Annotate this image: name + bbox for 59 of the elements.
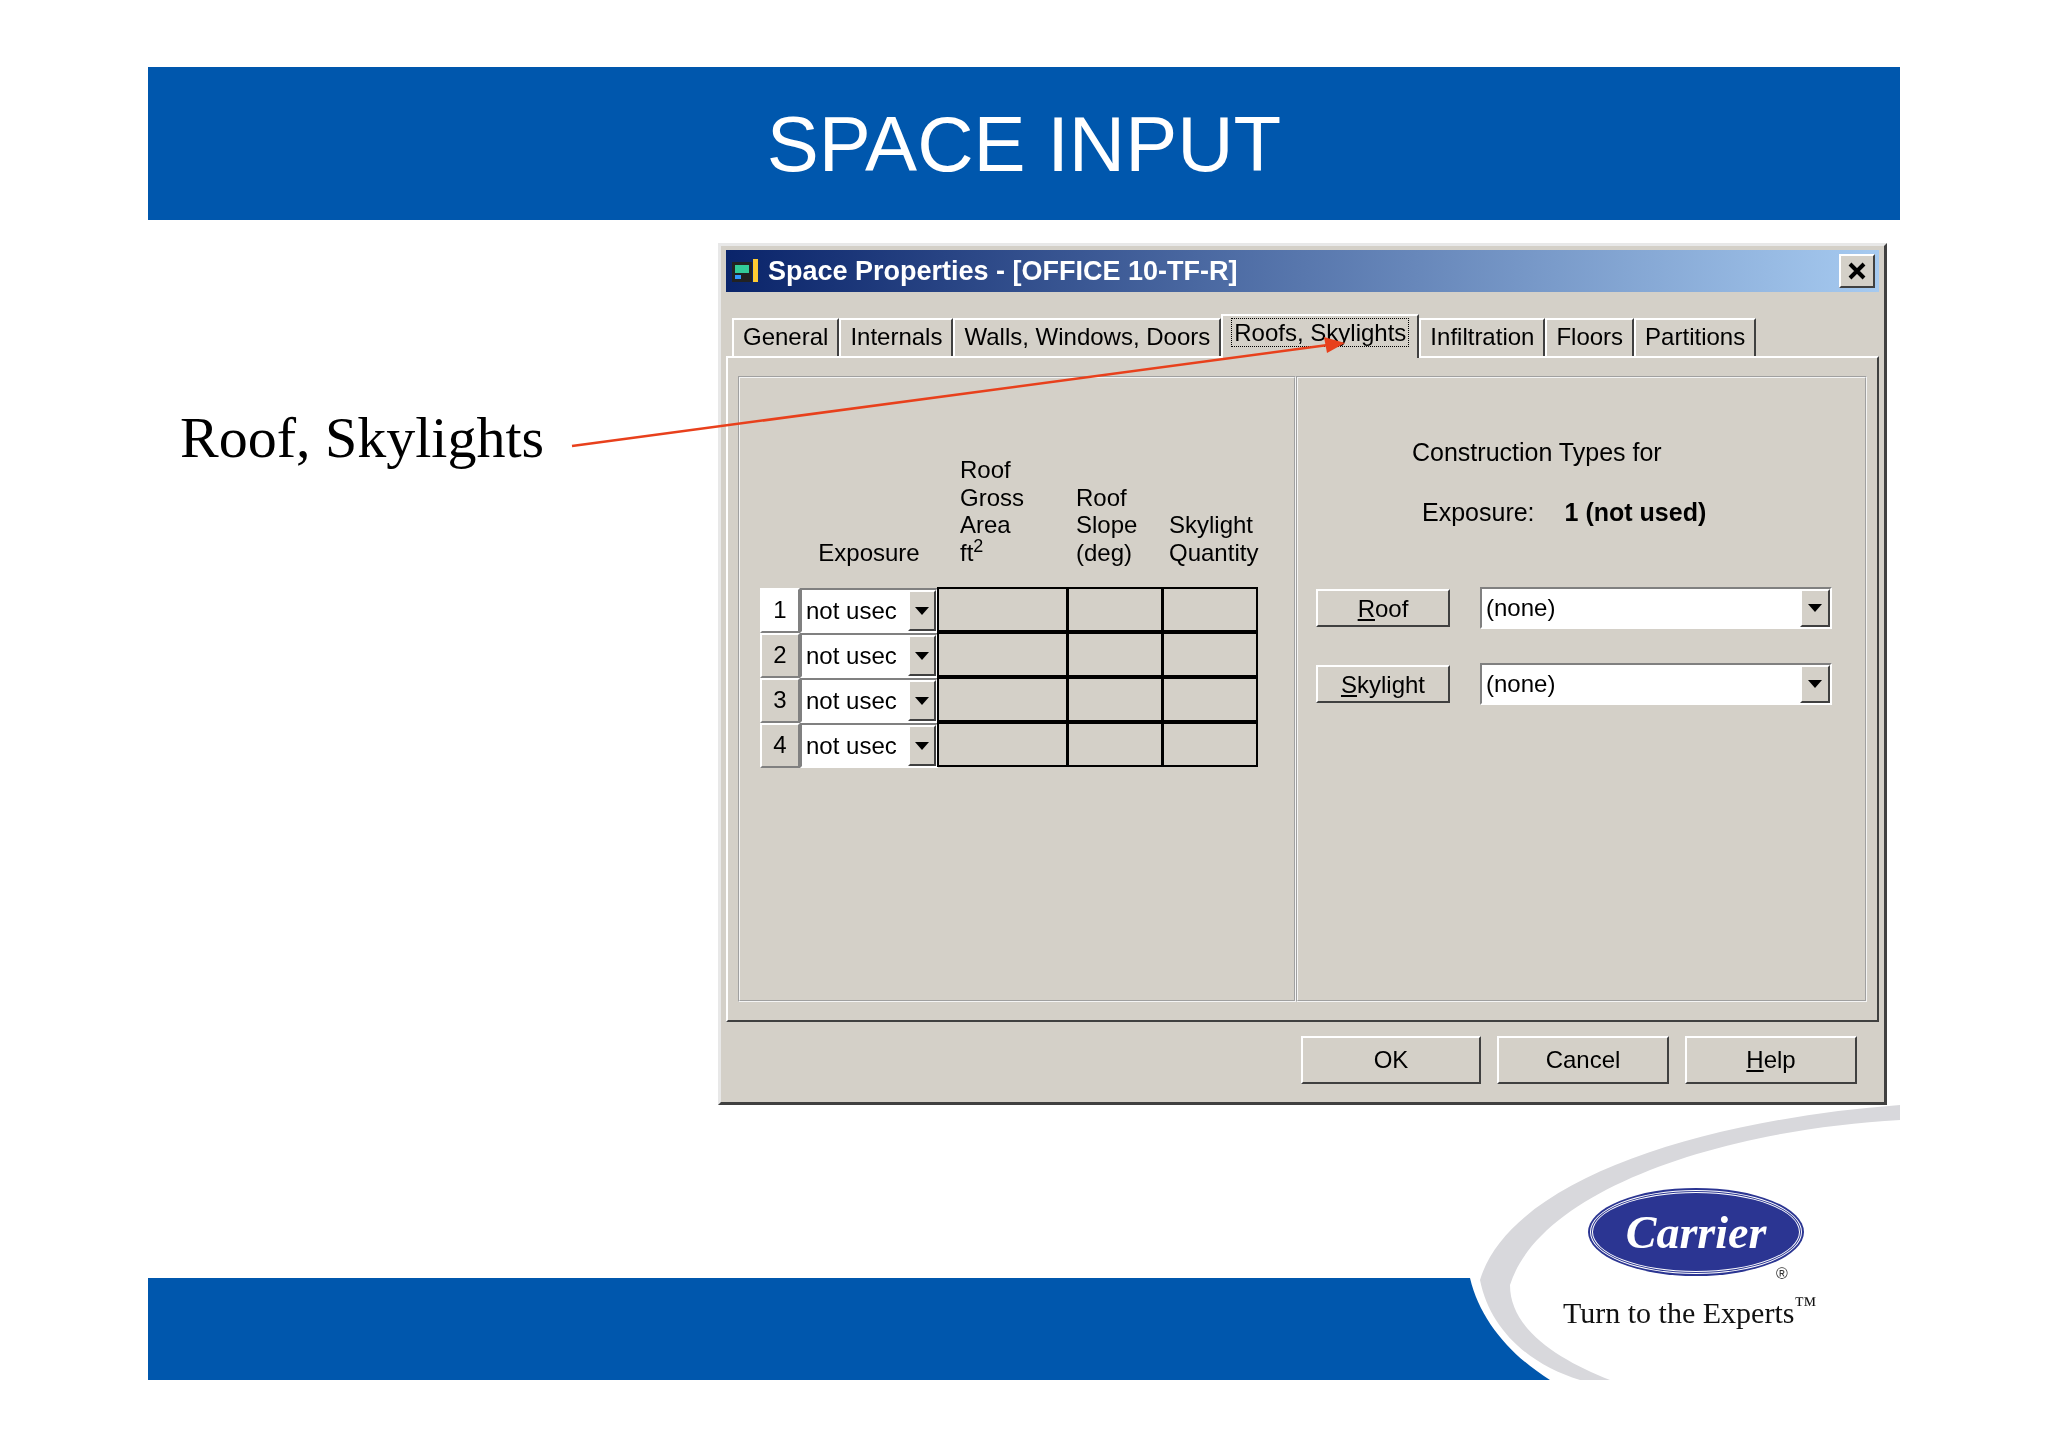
dialog-button[interactable]: Cancel bbox=[1497, 1036, 1669, 1084]
window-title: Space Properties - [OFFICE 10-TF-R] bbox=[768, 254, 1239, 288]
dropdown-button[interactable] bbox=[1800, 665, 1830, 703]
tab[interactable]: General bbox=[732, 318, 840, 356]
dropdown-button[interactable] bbox=[908, 725, 936, 767]
tab[interactable]: Roofs, Skylights bbox=[1221, 314, 1420, 358]
construction-dropdown[interactable]: (none) bbox=[1480, 587, 1832, 629]
exposure-dropdown[interactable]: not usec bbox=[800, 678, 938, 724]
tab[interactable]: Floors bbox=[1545, 318, 1635, 356]
construction-button[interactable]: Roof bbox=[1316, 589, 1450, 627]
field-label: Exposure: bbox=[1422, 496, 1535, 528]
table-cell[interactable] bbox=[1162, 722, 1258, 768]
row-header[interactable]: 3 bbox=[760, 678, 800, 724]
table-cell[interactable] bbox=[1067, 587, 1163, 633]
caret-icon bbox=[915, 606, 929, 615]
table-cell[interactable] bbox=[937, 632, 1068, 678]
close-button[interactable] bbox=[1839, 254, 1875, 288]
row-header[interactable]: 1 bbox=[760, 588, 800, 634]
row-header[interactable]: 2 bbox=[760, 633, 800, 679]
tab[interactable]: Infiltration bbox=[1419, 318, 1546, 356]
table-cell[interactable] bbox=[937, 587, 1068, 633]
tab[interactable]: Walls, Windows, Doors bbox=[953, 318, 1222, 356]
caret-icon bbox=[1808, 604, 1822, 612]
caret-icon bbox=[915, 651, 929, 660]
table-cell[interactable] bbox=[937, 722, 1068, 768]
column-header: Skylight Quantity bbox=[1168, 511, 1258, 567]
dropdown-button[interactable] bbox=[1800, 589, 1830, 627]
exposure-dropdown[interactable]: not usec bbox=[800, 633, 938, 679]
construction-button[interactable]: Skylight bbox=[1316, 665, 1450, 703]
callout-label: Roof, Skylights bbox=[180, 405, 545, 470]
dialog-button[interactable]: Help bbox=[1685, 1036, 1857, 1084]
table-cell[interactable] bbox=[1162, 587, 1258, 633]
table-cell[interactable] bbox=[1067, 632, 1163, 678]
table-cell[interactable] bbox=[937, 677, 1068, 723]
column-header: Exposure bbox=[817, 538, 921, 567]
dialog-button[interactable]: OK bbox=[1301, 1036, 1481, 1084]
caret-icon bbox=[915, 741, 929, 750]
caret-icon bbox=[1808, 680, 1822, 688]
tagline: Turn to the Experts$^{™}$ bbox=[1563, 1290, 1817, 1331]
construction-dropdown[interactable]: (none) bbox=[1480, 663, 1832, 705]
tab[interactable]: Partitions bbox=[1634, 318, 1757, 356]
row-header[interactable]: 4 bbox=[760, 723, 800, 769]
field-value: 1 (not used) bbox=[1564, 496, 1707, 528]
column-header: Roof Gross Area ft$^{2}$ bbox=[959, 456, 1025, 567]
column-header: Roof Slope (deg) bbox=[1075, 483, 1139, 567]
exposure-dropdown[interactable]: not usec bbox=[800, 723, 938, 769]
tab[interactable]: Internals bbox=[839, 318, 954, 356]
dropdown-button[interactable] bbox=[908, 590, 936, 632]
exposure-dropdown[interactable]: not usec bbox=[800, 588, 938, 634]
dropdown-button[interactable] bbox=[908, 635, 936, 677]
dropdown-button[interactable] bbox=[908, 680, 936, 722]
caret-icon bbox=[915, 696, 929, 705]
slide-title: SPACE INPUT bbox=[766, 104, 1282, 183]
close-icon bbox=[1847, 261, 1867, 281]
table-cell[interactable] bbox=[1162, 677, 1258, 723]
table-cell[interactable] bbox=[1067, 722, 1163, 768]
table-cell[interactable] bbox=[1162, 632, 1258, 678]
table-cell[interactable] bbox=[1067, 677, 1163, 723]
group-heading: Construction Types for bbox=[1412, 438, 1662, 466]
